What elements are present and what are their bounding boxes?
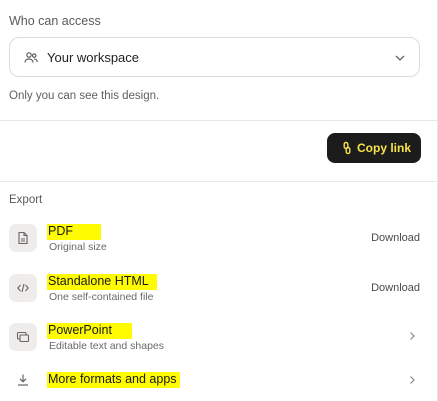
access-select[interactable]: Your workspace [9,37,420,77]
divider [0,120,437,121]
export-item-title: PowerPoint [47,323,132,339]
copy-link-label: Copy link [357,141,412,155]
export-powerpoint-row[interactable]: PowerPoint Editable text and shapes [0,316,437,362]
share-export-panel: Who can access Your workspace Only you c… [0,0,438,401]
export-item-title: Standalone HTML [47,274,157,290]
export-item-title: More formats and apps [47,372,180,388]
chevron-right-icon [410,332,415,340]
export-item-subtitle: Editable text and shapes [49,340,164,352]
code-icon [17,283,29,293]
export-icon-box [9,274,37,302]
divider [0,181,437,182]
download-icon [18,374,28,386]
export-icon-box [9,224,37,252]
more-formats-row[interactable]: More formats and apps [0,367,437,397]
link-icon [343,141,351,155]
chevron-right-icon [410,376,415,384]
export-pdf-row[interactable]: PDF Original size Download [0,217,437,263]
download-button[interactable]: Download [371,282,420,294]
document-icon [18,231,28,245]
export-html-row[interactable]: Standalone HTML One self-contained file … [0,267,437,313]
export-item-subtitle: One self-contained file [49,291,154,303]
people-icon [24,52,38,63]
export-heading: Export [9,194,43,206]
slides-icon [16,331,30,343]
access-note: Only you can see this design. [9,90,160,102]
access-select-value: Your workspace [47,50,140,65]
download-button[interactable]: Download [371,232,420,244]
export-item-title: PDF [47,224,101,240]
copy-link-button[interactable]: Copy link [327,133,421,163]
who-can-access-heading: Who can access [9,14,101,28]
export-icon-box [9,323,37,351]
export-item-subtitle: Original size [49,241,107,253]
chevron-down-icon [395,55,405,61]
